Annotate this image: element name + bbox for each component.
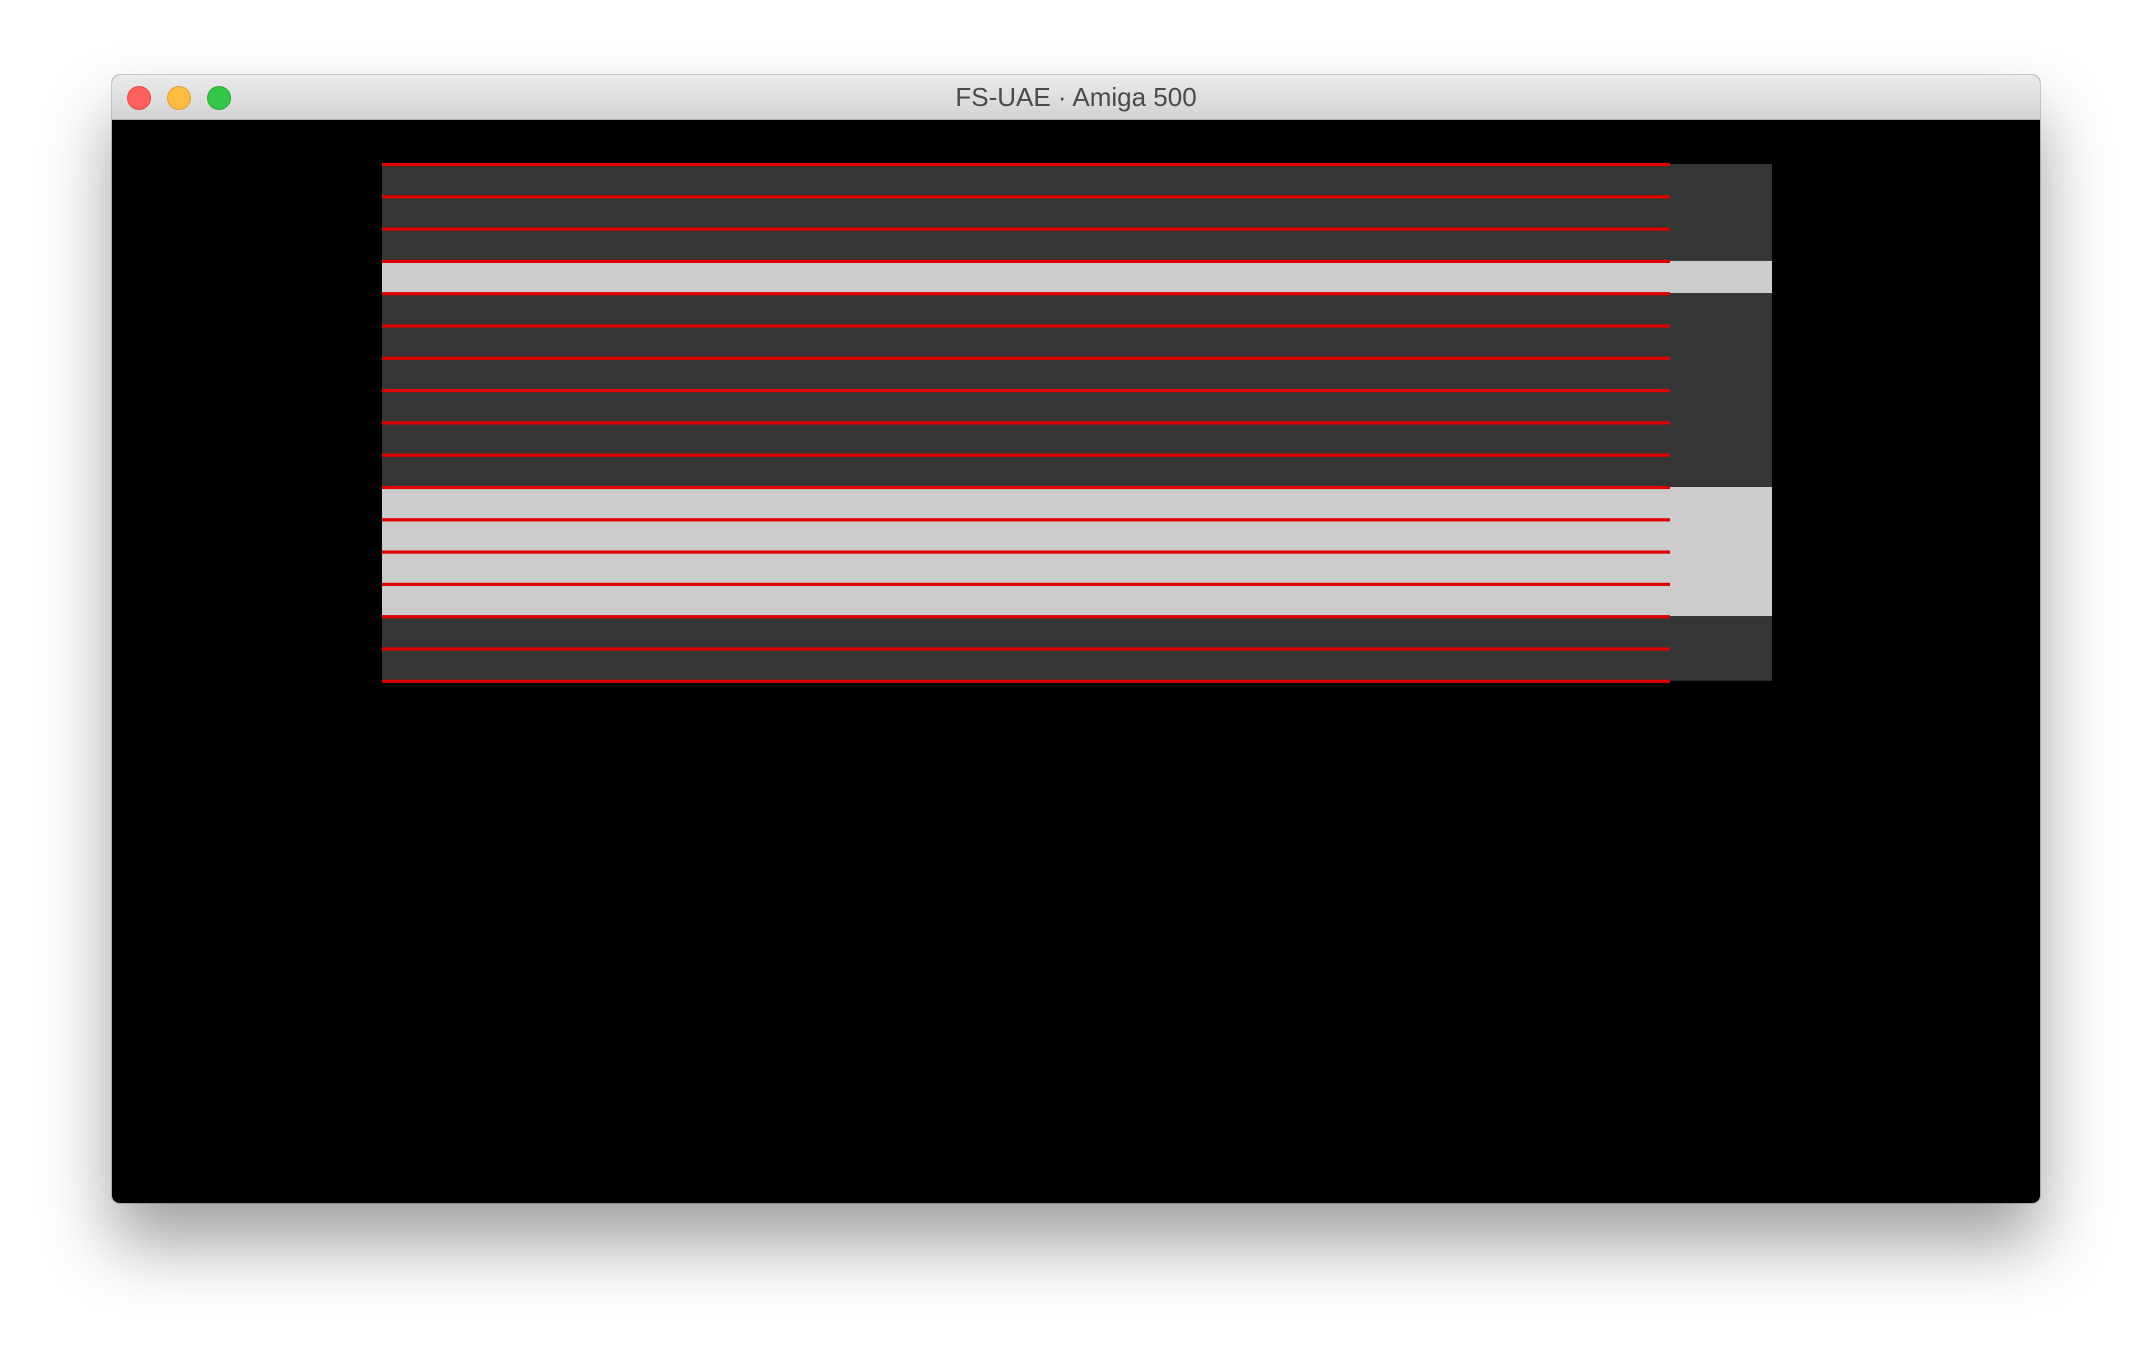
raster-line (382, 227, 1670, 231)
amiga-screen (382, 162, 1772, 683)
raster-line (382, 195, 1670, 199)
raster-line (382, 550, 1670, 554)
raster-line (382, 421, 1670, 425)
raster-line (382, 615, 1670, 619)
raster-line (382, 518, 1670, 522)
title-bar[interactable]: FS-UAE · Amiga 500 (112, 75, 2040, 120)
raster-line (382, 324, 1670, 328)
raster-line (382, 647, 1670, 651)
emulator-display[interactable] (112, 120, 2040, 1203)
raster-line (382, 292, 1670, 296)
raster-line (382, 162, 1670, 167)
window-title: FS-UAE · Amiga 500 (955, 82, 1197, 112)
raster-line (382, 679, 1670, 683)
screen-band-dark (382, 164, 1772, 261)
raster-line (382, 356, 1670, 360)
raster-line (382, 485, 1670, 490)
raster-line (382, 453, 1670, 457)
raster-line (382, 582, 1670, 586)
screen-band-light (382, 260, 1772, 294)
raster-line (382, 389, 1670, 393)
raster-line (382, 259, 1670, 263)
fs-uae-window: FS-UAE · Amiga 500 (112, 75, 2040, 1203)
